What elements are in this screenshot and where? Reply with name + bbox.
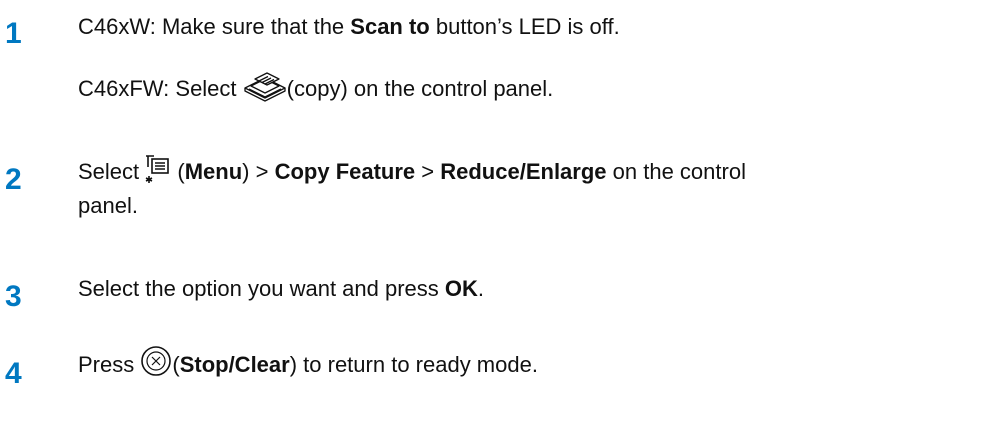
step-text: . — [477, 276, 485, 301]
step-number: 3 — [5, 280, 22, 313]
menu-label: Menu — [184, 159, 243, 184]
step-text: (copy) on the control panel. — [286, 76, 554, 101]
copy-icon — [243, 70, 287, 104]
scan-to-label: Scan to — [350, 14, 430, 39]
step-number: 4 — [5, 357, 22, 390]
step-text: button’s LED is off. — [429, 14, 620, 39]
step-text: C46xW: Make sure that the — [78, 14, 351, 39]
step-text: on the control — [606, 159, 746, 184]
step-number: 2 — [5, 163, 22, 196]
step-4-line-1: Press (Stop/Clear) to return to ready mo… — [78, 346, 538, 378]
step-2-line-2: panel. — [78, 193, 138, 219]
step-text: C46xFW: Select — [78, 76, 243, 101]
step-1-line-1: C46xW: Make sure that the Scan to button… — [78, 14, 620, 40]
copy-feature-label: Copy Feature — [274, 159, 416, 184]
stop-clear-icon — [140, 345, 172, 377]
step-text: Select the option you want and press — [78, 276, 445, 301]
ok-label: OK — [444, 276, 478, 301]
step-text: ( — [172, 352, 180, 377]
reduce-enlarge-label: Reduce/Enlarge — [440, 159, 607, 184]
step-text: Select — [78, 159, 146, 184]
step-text: panel. — [78, 193, 138, 218]
step-text: ( — [171, 159, 185, 184]
step-text: > — [415, 159, 441, 184]
step-2-line-1: Select (Menu) > Copy Feature > Reduce/En… — [78, 155, 746, 185]
stop-clear-label: Stop/Clear — [179, 352, 290, 377]
step-text: ) to return to ready mode. — [289, 352, 538, 377]
menu-icon — [145, 154, 171, 184]
step-text: Press — [78, 352, 141, 377]
step-text: ) > — [242, 159, 275, 184]
step-number: 1 — [5, 17, 22, 50]
step-1-line-2: C46xFW: Select (copy) on the control pan… — [78, 72, 554, 104]
step-3-line-1: Select the option you want and press OK. — [78, 276, 484, 302]
